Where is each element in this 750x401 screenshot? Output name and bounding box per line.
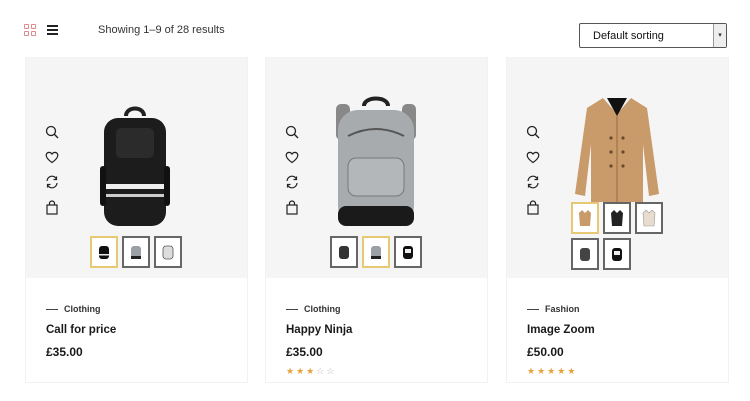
star-icon-filled: ★ (557, 366, 568, 376)
star-icon-empty: ☆ (326, 366, 337, 376)
product-title[interactable]: Call for price (46, 324, 116, 336)
star-icon-filled: ★ (567, 366, 578, 376)
product-image-area[interactable] (266, 58, 487, 278)
compare-icon[interactable] (44, 174, 60, 190)
product-info: Fashion Image Zoom £50.00 ★★★★★ (527, 304, 595, 376)
product-price: £35.00 (46, 345, 83, 359)
wishlist-icon[interactable] (525, 149, 541, 165)
thumb-gray-backpack[interactable] (571, 238, 599, 270)
thumb-black-backpack[interactable] (603, 238, 631, 270)
star-rating: ★★★☆☆ (286, 366, 336, 376)
product-card[interactable]: Clothing Call for price £35.00 (26, 58, 247, 382)
product-image-area[interactable] (26, 58, 247, 278)
wishlist-icon[interactable] (284, 149, 300, 165)
divider (527, 309, 539, 310)
thumb-gray-backpack[interactable] (362, 236, 390, 268)
gray-backpack-image[interactable] (334, 96, 418, 228)
sort-select[interactable]: Default sorting ▾ (579, 23, 727, 48)
shop-toolbar: Showing 1–9 of 28 results Default sortin… (0, 0, 750, 60)
star-icon-filled: ★ (547, 366, 558, 376)
thumb-black-coat[interactable] (603, 202, 631, 234)
compare-icon[interactable] (284, 174, 300, 190)
add-to-cart-icon[interactable] (525, 200, 541, 216)
star-icon-filled: ★ (296, 366, 307, 376)
quick-view-icon[interactable] (44, 124, 60, 140)
sort-select-value: Default sorting (593, 30, 664, 42)
add-to-cart-icon[interactable] (284, 200, 300, 216)
star-icon-filled: ★ (306, 366, 317, 376)
product-title[interactable]: Image Zoom (527, 324, 595, 336)
quick-view-icon[interactable] (284, 124, 300, 140)
wishlist-icon[interactable] (44, 149, 60, 165)
grid-view-icon[interactable] (24, 24, 36, 36)
divider (46, 309, 58, 310)
star-icon-empty: ☆ (316, 366, 327, 376)
product-price: £35.00 (286, 345, 323, 359)
quick-view-icon[interactable] (525, 124, 541, 140)
product-info: Clothing Call for price £35.00 (46, 304, 117, 359)
chevron-down-icon: ▾ (713, 24, 726, 47)
product-image-area[interactable] (507, 58, 728, 278)
result-count: Showing 1–9 of 28 results (98, 24, 225, 36)
star-icon-filled: ★ (286, 366, 297, 376)
black-backpack-image[interactable] (100, 106, 170, 228)
thumb-beige-coat[interactable] (635, 202, 663, 234)
thumb-tan-coat[interactable] (571, 202, 599, 234)
product-title[interactable]: Happy Ninja (286, 324, 352, 336)
list-view-icon[interactable] (47, 25, 58, 35)
star-icon-filled: ★ (537, 366, 548, 376)
product-price: £50.00 (527, 345, 564, 359)
compare-icon[interactable] (525, 174, 541, 190)
thumb-white-backpack[interactable] (154, 236, 182, 268)
product-card[interactable]: Clothing Happy Ninja £35.00 ★★★☆☆ (266, 58, 487, 382)
product-card[interactable]: Fashion Image Zoom £50.00 ★★★★★ (507, 58, 728, 382)
star-icon-filled: ★ (527, 366, 538, 376)
tan-coat-image[interactable] (573, 94, 661, 204)
star-rating: ★★★★★ (527, 366, 577, 376)
add-to-cart-icon[interactable] (44, 200, 60, 216)
thumb-black-backpack[interactable] (90, 236, 118, 268)
divider (286, 309, 298, 310)
thumb-black-backpack[interactable] (330, 236, 358, 268)
thumb-white-backpack[interactable] (394, 236, 422, 268)
thumb-gray-backpack[interactable] (122, 236, 150, 268)
product-info: Clothing Happy Ninja £35.00 ★★★☆☆ (286, 304, 353, 376)
